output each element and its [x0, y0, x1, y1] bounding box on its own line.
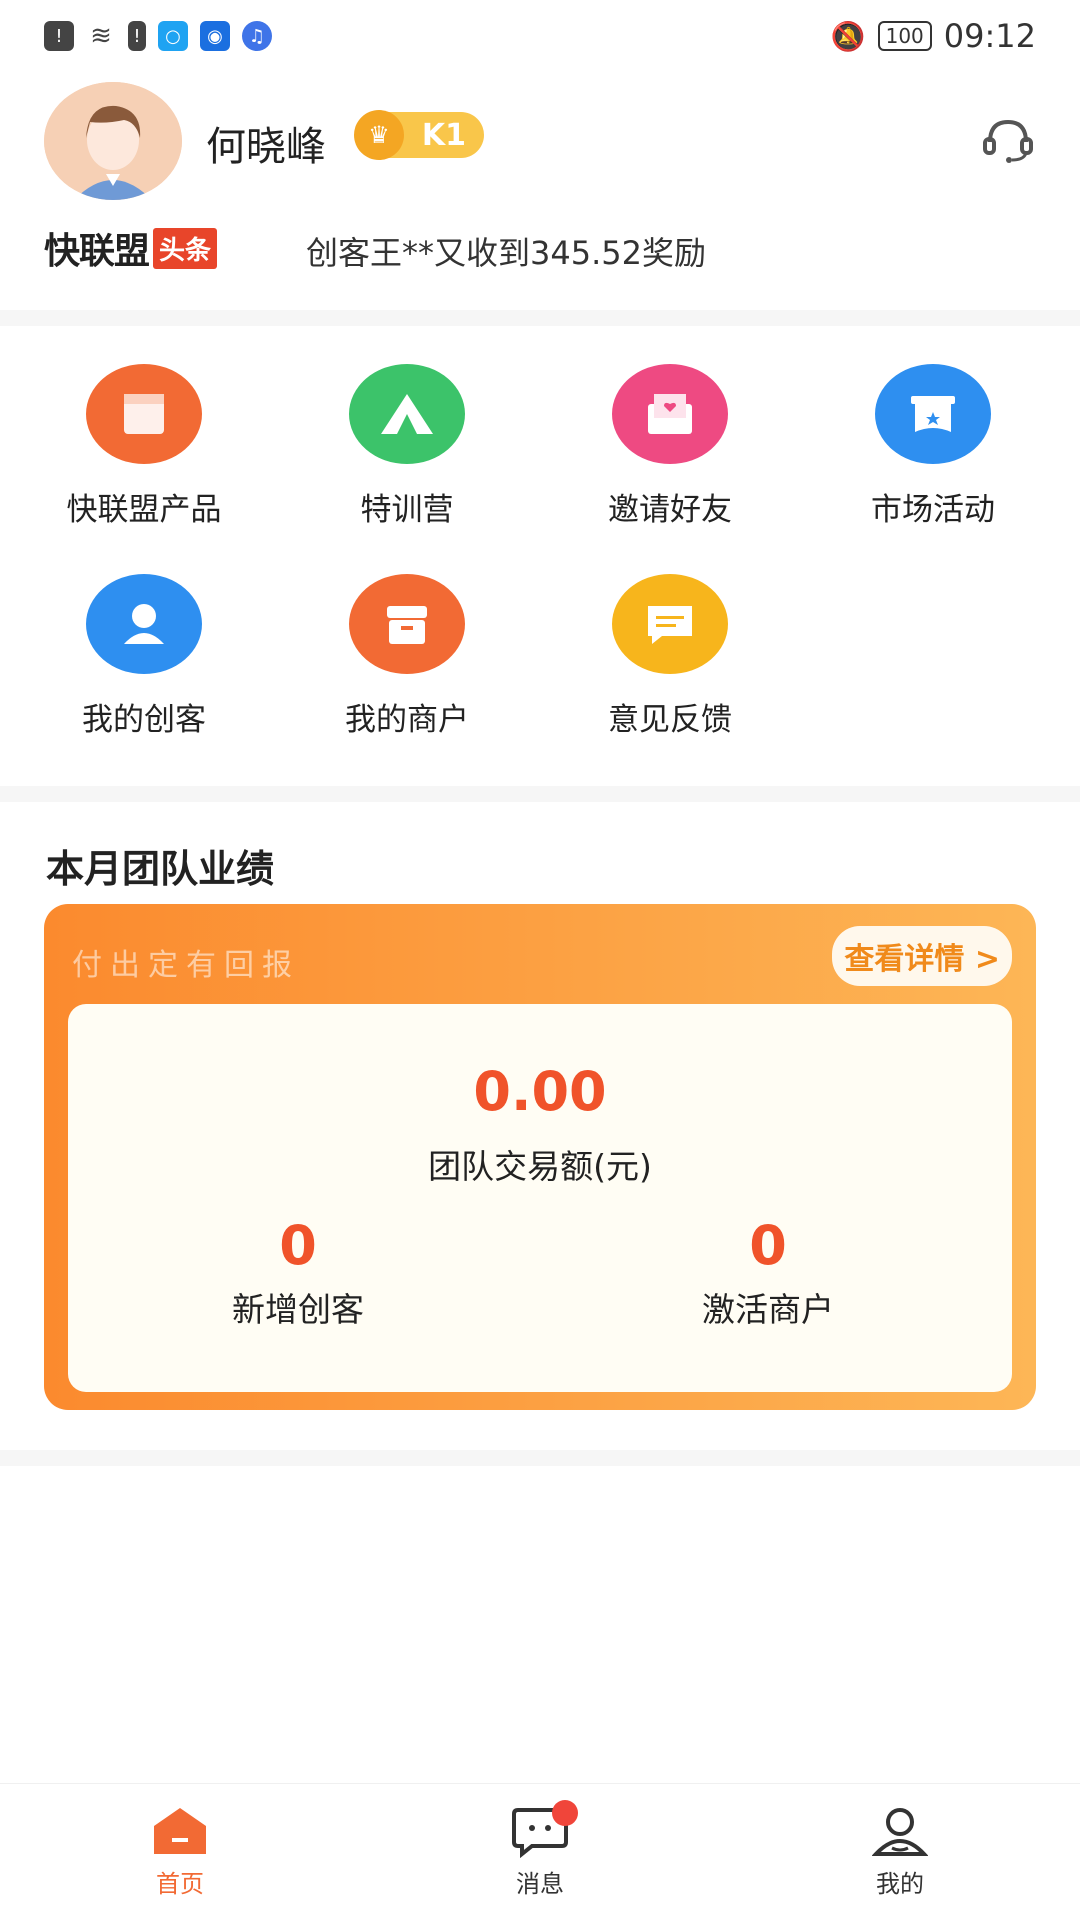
divider	[0, 786, 1080, 802]
camp-tent-icon	[349, 364, 465, 464]
tab-mine[interactable]: 我的	[800, 1806, 1000, 1899]
menu-item-label: 市场活动	[871, 492, 995, 528]
team-amount-value: 0.00	[473, 1060, 607, 1123]
menu-item-label: 我的商户	[345, 702, 469, 738]
battery-alert-icon: !	[128, 21, 146, 51]
menu-item-label: 特训营	[360, 492, 454, 528]
clock: 09:12	[943, 17, 1036, 55]
menu-item-label: 邀请好友	[608, 492, 732, 528]
customer-service-button[interactable]	[980, 112, 1036, 168]
performance-title: 本月团队业绩	[46, 847, 275, 891]
menu-item-label: 意见反馈	[608, 702, 732, 738]
menu-grid: 快联盟产品 特训营 邀请好友 市场活动 我的创客 我的商户 意见反馈	[0, 326, 1080, 786]
menu-item-my-merchants[interactable]: 我的商户	[307, 574, 507, 739]
view-details-button[interactable]: 查看详情 >	[832, 926, 1012, 986]
new-makers-label: 新增创客	[232, 1290, 364, 1329]
profile-icon	[871, 1806, 929, 1858]
menu-section: 快联盟产品 特训营 邀请好友 市场活动 我的创客 我的商户 意见反馈	[0, 310, 1080, 802]
profile-header: 何晓峰 ♛ K1	[0, 72, 1080, 222]
divider	[0, 310, 1080, 326]
performance-stats: 0.00 团队交易额(元) 0 新增创客 0 激活商户	[68, 1004, 1012, 1392]
slogan: 付出定有回报	[72, 948, 300, 983]
active-merchants-value: 0	[749, 1214, 787, 1277]
feedback-icon	[612, 574, 728, 674]
search-app-icon: ○	[158, 21, 188, 51]
status-bar: ! ≋ ! ○ ◉ ♫ 🔕 100 09:12	[0, 0, 1080, 72]
tab-home[interactable]: 首页	[80, 1806, 280, 1899]
headset-icon	[983, 119, 1033, 163]
user-icon	[86, 574, 202, 674]
performance-card: 付出定有回报 查看详情 > 0.00 团队交易额(元) 0 新增创客 0 激活商…	[44, 904, 1036, 1410]
tab-home-label: 首页	[156, 1869, 204, 1898]
wifi-icon: ≋	[90, 21, 112, 51]
menu-item-label: 快联盟产品	[66, 492, 222, 528]
crown-icon: ♛	[354, 110, 404, 160]
music-app-icon: ♫	[242, 21, 272, 51]
mute-bell-icon: 🔕	[830, 19, 866, 53]
product-icon	[86, 364, 202, 464]
battery-indicator: 100	[877, 21, 932, 51]
home-icon	[152, 1806, 208, 1858]
avatar[interactable]	[44, 82, 182, 200]
brand-logo-text: 快联盟	[44, 231, 150, 272]
market-activity-icon	[875, 364, 991, 464]
team-amount-label: 团队交易额(元)	[428, 1147, 652, 1186]
menu-item-market[interactable]: 市场活动	[833, 364, 1033, 529]
alert-icon: !	[44, 21, 74, 51]
new-makers-value: 0	[279, 1214, 317, 1277]
active-merchants-label: 激活商户	[702, 1290, 834, 1329]
brand-tag: 头条	[153, 227, 218, 269]
vip-level-badge: ♛ K1	[354, 110, 484, 160]
divider	[0, 1450, 1080, 1466]
bulb-app-icon: ◉	[200, 21, 230, 51]
unread-badge	[552, 1799, 578, 1826]
news-ticker-message[interactable]: 创客王**又收到345.52奖励	[306, 228, 706, 274]
menu-item-invite[interactable]: 邀请好友	[570, 364, 770, 529]
bottom-tab-bar: 首页 消息 我的	[0, 1783, 1080, 1920]
status-icons-left: ! ≋ ! ○ ◉ ♫	[44, 21, 272, 51]
user-name: 何晓峰	[206, 124, 326, 170]
menu-item-camp[interactable]: 特训营	[307, 364, 507, 529]
active-merchants-stat: 0 激活商户	[618, 1214, 918, 1331]
tab-messages-label: 消息	[516, 1869, 564, 1898]
menu-item-product[interactable]: 快联盟产品	[44, 364, 244, 529]
chat-icon	[512, 1799, 578, 1858]
invite-envelope-icon	[612, 364, 728, 464]
new-makers-stat: 0 新增创客	[148, 1214, 448, 1331]
vip-level-label: K1	[421, 117, 466, 153]
news-ticker-brand: 快联盟 头条	[44, 222, 218, 274]
status-icons-right: 🔕 100 09:12	[831, 17, 1036, 55]
store-icon	[349, 574, 465, 674]
tab-mine-label: 我的	[876, 1869, 924, 1898]
menu-item-feedback[interactable]: 意见反馈	[570, 574, 770, 739]
menu-item-my-makers[interactable]: 我的创客	[44, 574, 244, 739]
tab-messages[interactable]: 消息	[440, 1799, 640, 1899]
menu-item-label: 我的创客	[82, 702, 206, 738]
